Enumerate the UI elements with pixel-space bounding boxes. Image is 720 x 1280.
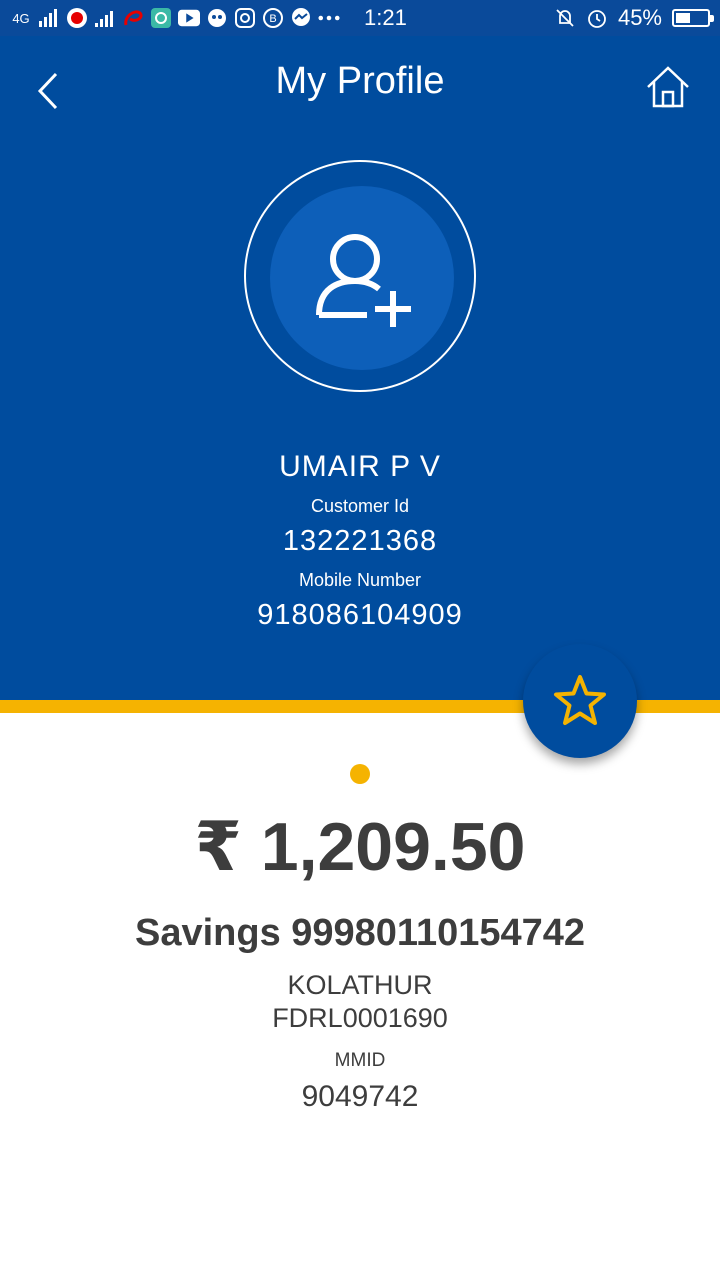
notification-icons: 4G B 1:21 [10, 5, 407, 31]
network-type-icon: 4G [12, 10, 30, 26]
customer-id-label: Customer Id [310, 496, 410, 516]
battery-percent: 45% [617, 5, 662, 30]
page-title: My Profile [275, 60, 445, 102]
mmid-value: 9049742 [301, 1080, 419, 1113]
youtube-icon [178, 7, 200, 29]
vodafone-icon [66, 7, 88, 29]
chat-icon [150, 7, 172, 29]
battery-level [676, 13, 690, 23]
clock: 1:21 [364, 5, 407, 30]
favorite-button[interactable] [523, 644, 637, 758]
account-balance: ₹ 1,209.50 [194, 809, 526, 885]
add-profile-photo-button[interactable] [270, 186, 454, 370]
ifsc-code: FDRL0001690 [272, 1003, 448, 1033]
alarm-icon [586, 7, 608, 29]
signal-icon [94, 7, 116, 29]
system-icons: 45% [554, 5, 714, 31]
home-button[interactable] [643, 62, 693, 112]
messenger-icon [290, 7, 312, 29]
svg-text:B: B [269, 13, 276, 25]
airtel-icon [122, 7, 144, 29]
branch-name: KOLATHUR [287, 970, 433, 1000]
add-user-icon [316, 234, 411, 327]
carousel-indicator[interactable] [350, 764, 370, 784]
profile-info: UMAIR P V Customer Id 132221368 Mobile N… [0, 450, 720, 632]
mobile-number: 918086104909 [257, 599, 463, 631]
customer-id: 132221368 [282, 525, 438, 557]
more-icon [318, 7, 340, 29]
account-number: Savings 99980110154742 [134, 912, 586, 954]
home-icon [647, 66, 689, 108]
mute-icon [554, 7, 576, 29]
star-icon [554, 675, 606, 725]
signal-icon [38, 7, 60, 29]
game-icon [206, 7, 228, 29]
battery-icon [672, 9, 714, 27]
status-bar: 4G B 1:21 45% [0, 0, 720, 36]
mobile-number-label: Mobile Number [298, 570, 422, 590]
mmid-label: MMID [334, 1050, 386, 1071]
profile-header: My Profile UMAIR P V Customer Id 1322213… [0, 36, 720, 700]
instagram-icon [234, 7, 256, 29]
customer-name: UMAIR P V [279, 450, 441, 483]
b-icon: B [262, 7, 284, 29]
avatar-ring [244, 160, 476, 392]
